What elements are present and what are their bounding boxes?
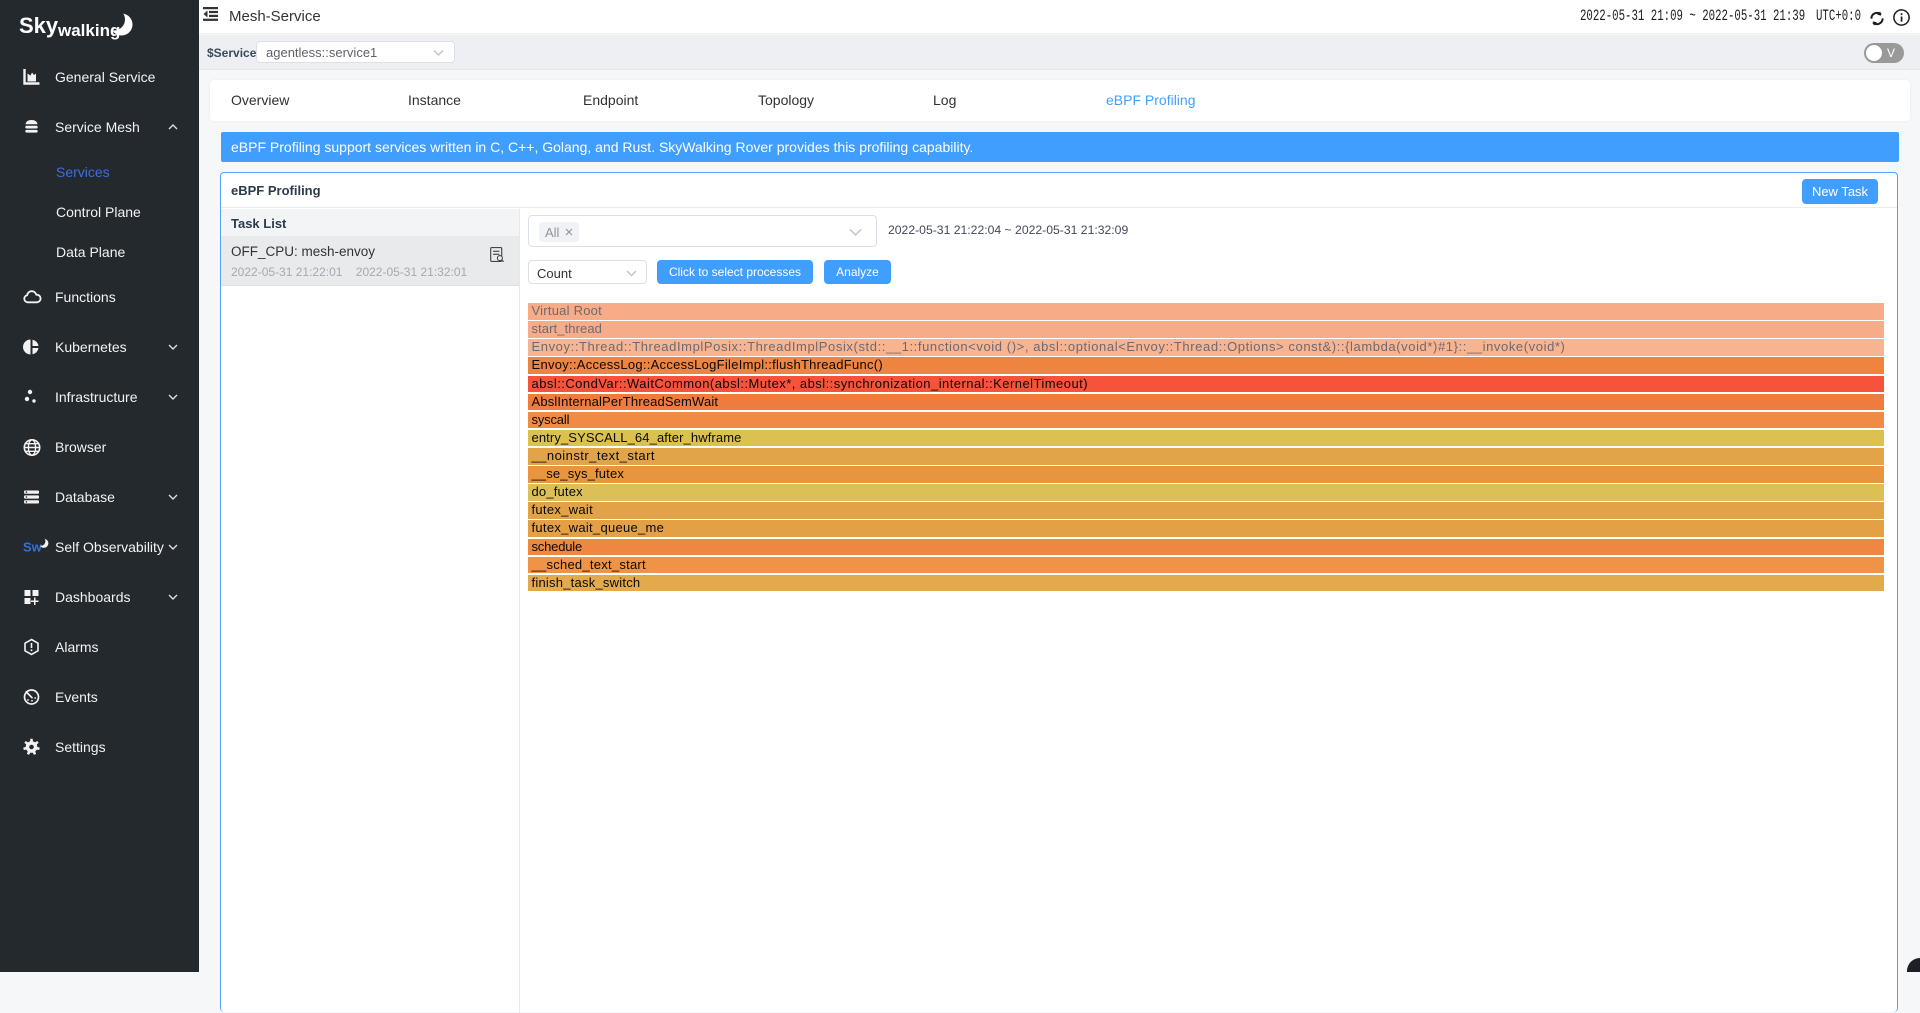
svg-text:Sky: Sky: [19, 13, 59, 38]
